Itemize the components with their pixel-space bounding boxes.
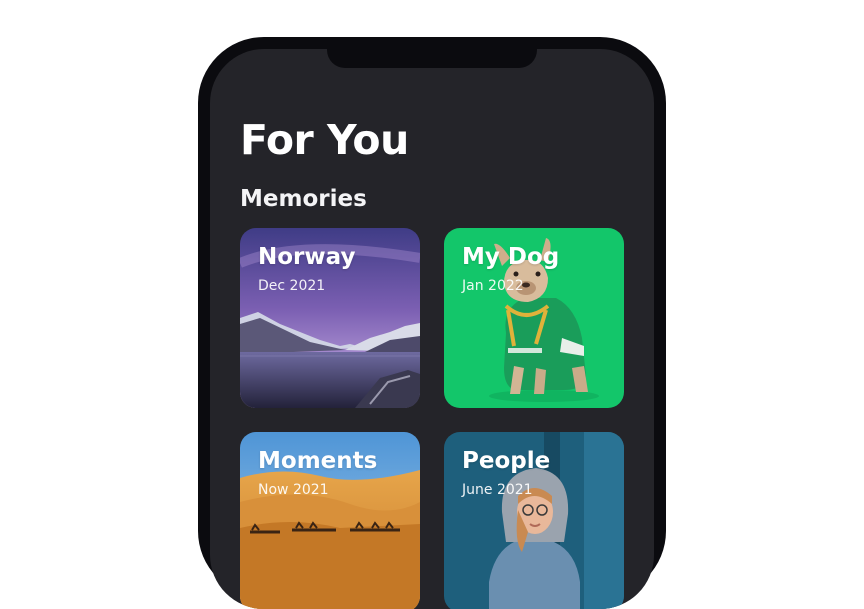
phone-notch bbox=[327, 49, 537, 68]
memory-date: Now 2021 bbox=[258, 482, 329, 498]
app-screen: For You Memories Norway Dec 2021 My Dog … bbox=[210, 49, 654, 609]
memory-date: Jan 2022 bbox=[462, 278, 524, 294]
memory-card-moments[interactable]: Moments Now 2021 bbox=[240, 432, 420, 609]
memory-title: Norway bbox=[258, 244, 356, 270]
memory-title: Moments bbox=[258, 448, 378, 474]
memory-card-people[interactable]: People June 2021 bbox=[444, 432, 624, 609]
phone-frame: For You Memories Norway Dec 2021 My Dog … bbox=[198, 37, 666, 609]
memory-card-norway[interactable]: Norway Dec 2021 bbox=[240, 228, 420, 408]
memory-card-my-dog[interactable]: My Dog Jan 2022 bbox=[444, 228, 624, 408]
memory-title: My Dog bbox=[462, 244, 560, 270]
page-title: For You bbox=[240, 116, 409, 164]
memory-date: Dec 2021 bbox=[258, 278, 326, 294]
memory-title: People bbox=[462, 448, 551, 474]
section-title-memories: Memories bbox=[240, 186, 367, 212]
memory-date: June 2021 bbox=[462, 482, 533, 498]
